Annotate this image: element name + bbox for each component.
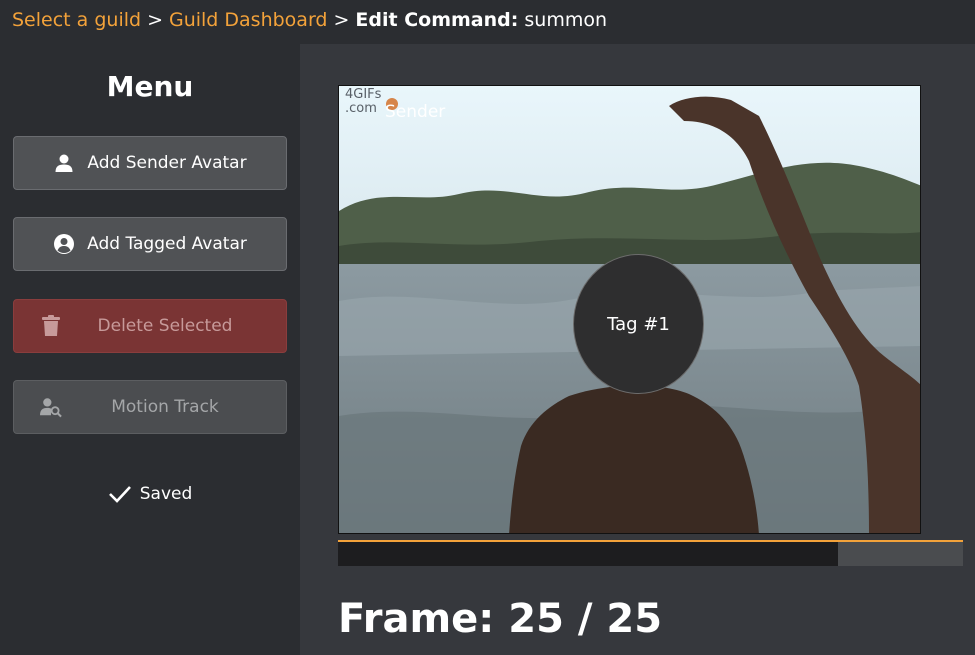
sidebar-menu: Menu Add Sender Avatar Add Tagged Avatar… bbox=[0, 44, 300, 655]
add-tagged-avatar-label: Add Tagged Avatar bbox=[87, 234, 247, 254]
timeline-progress bbox=[338, 542, 838, 566]
watermark: 4GIFs .com bbox=[345, 88, 381, 116]
frame-counter: Frame: 25 / 25 bbox=[338, 596, 662, 642]
user-icon bbox=[53, 152, 75, 174]
motion-track-button[interactable]: Motion Track bbox=[13, 380, 287, 434]
tagged-avatar-marker[interactable]: Tag #1 bbox=[573, 254, 704, 394]
trash-icon bbox=[40, 315, 62, 337]
frame-separator: / bbox=[577, 596, 593, 642]
breadcrumb-separator: > bbox=[147, 9, 163, 31]
frame-total: 25 bbox=[606, 596, 663, 642]
gif-editor-canvas[interactable]: 4GIFs .com Sender Tag #1 bbox=[338, 85, 921, 534]
breadcrumb-edit-command-label: Edit Command: bbox=[355, 9, 519, 31]
breadcrumb-command-name: summon bbox=[524, 9, 608, 31]
watermark-line-1: 4GIFs bbox=[345, 87, 382, 102]
frame-timeline[interactable] bbox=[338, 540, 963, 566]
sender-avatar-label[interactable]: Sender bbox=[385, 102, 445, 122]
add-sender-avatar-label: Add Sender Avatar bbox=[87, 153, 247, 173]
delete-selected-label: Delete Selected bbox=[97, 316, 233, 336]
frame-current: 25 bbox=[508, 596, 564, 642]
menu-title: Menu bbox=[106, 70, 194, 103]
tagged-avatar-label: Tag #1 bbox=[607, 313, 670, 335]
add-tagged-avatar-button[interactable]: Add Tagged Avatar bbox=[13, 217, 287, 271]
breadcrumb-separator: > bbox=[333, 9, 350, 31]
breadcrumb-guild-dashboard[interactable]: Guild Dashboard bbox=[169, 9, 328, 31]
delete-selected-button[interactable]: Delete Selected bbox=[13, 299, 287, 353]
watermark-line-2: .com bbox=[345, 101, 377, 116]
checkmark-icon bbox=[108, 484, 132, 504]
breadcrumb-select-guild[interactable]: Select a guild bbox=[12, 9, 141, 31]
motion-track-label: Motion Track bbox=[111, 397, 219, 417]
user-search-icon bbox=[40, 396, 62, 418]
frame-label: Frame: bbox=[338, 596, 495, 642]
save-status: Saved bbox=[0, 484, 300, 504]
breadcrumb: Select a guild > Guild Dashboard > Edit Comm… bbox=[0, 0, 975, 44]
save-status-label: Saved bbox=[139, 484, 193, 504]
add-sender-avatar-button[interactable]: Add Sender Avatar bbox=[13, 136, 287, 190]
user-circle-icon bbox=[53, 233, 75, 255]
